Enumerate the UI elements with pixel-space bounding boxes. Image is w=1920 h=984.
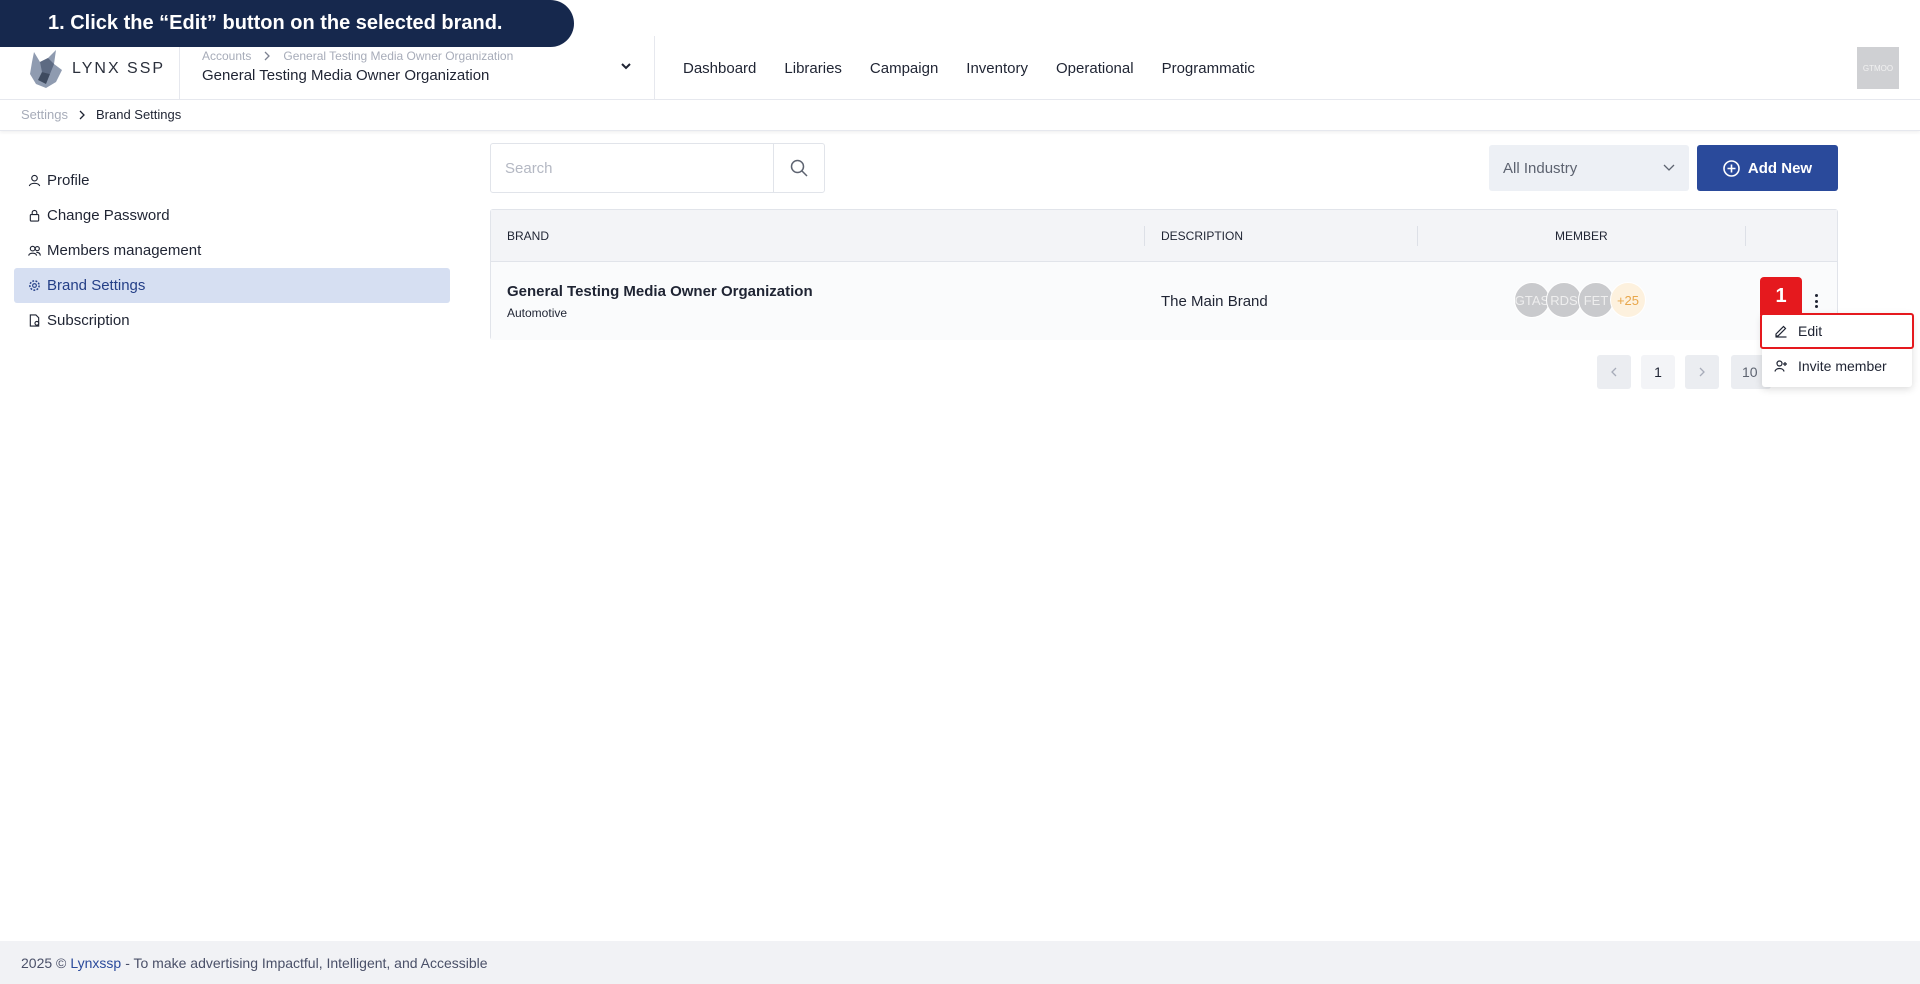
step-marker: 1 — [1760, 277, 1802, 315]
main-nav: Dashboard Libraries Campaign Inventory O… — [683, 36, 1255, 100]
breadcrumb-current: Brand Settings — [95, 107, 182, 122]
page-number[interactable]: 1 — [1641, 355, 1675, 389]
avatar: GTAS — [1514, 282, 1550, 318]
column-header-brand: BRAND — [507, 229, 550, 243]
sidebar-item-label: Change Password — [47, 207, 170, 224]
footer-copyright: 2025 © — [21, 954, 67, 971]
pencil-icon — [1775, 325, 1787, 338]
footer: 2025 © Lynxssp - To make advertising Imp… — [0, 941, 1920, 984]
sidebar-item-profile[interactable]: Profile — [14, 163, 450, 198]
nav-operational[interactable]: Operational — [1056, 60, 1134, 77]
sidebar-item-change-password[interactable]: Change Password — [14, 198, 450, 233]
sidebar-item-label: Members management — [47, 242, 202, 259]
chevron-right-icon — [79, 110, 85, 119]
invite-label: Invite member — [1798, 358, 1887, 374]
next-page-button[interactable] — [1685, 355, 1719, 389]
column-separator — [1417, 226, 1418, 246]
search-button[interactable] — [773, 144, 824, 192]
nav-libraries[interactable]: Libraries — [784, 60, 842, 77]
org-switcher[interactable]: Accounts General Testing Media Owner Org… — [202, 49, 513, 84]
document-icon — [29, 314, 40, 327]
sidebar-item-subscription[interactable]: Subscription — [14, 303, 450, 338]
lock-icon — [29, 209, 40, 222]
nav-inventory[interactable]: Inventory — [966, 60, 1028, 77]
logo-text: LYNX SSP — [72, 60, 166, 77]
column-separator — [1144, 226, 1145, 246]
user-avatar[interactable]: GTMOO — [1857, 47, 1899, 89]
nav-campaign[interactable]: Campaign — [870, 60, 938, 77]
table-header: BRAND DESCRIPTION MEMBER — [491, 210, 1837, 262]
industry-filter-value: All Industry — [1503, 159, 1578, 177]
search-icon — [790, 159, 808, 177]
user-add-icon — [1774, 360, 1787, 372]
table-row[interactable]: General Testing Media Owner Organization… — [491, 262, 1837, 340]
nav-dashboard[interactable]: Dashboard — [683, 60, 756, 77]
org-crumb-root[interactable]: Accounts — [202, 49, 251, 63]
users-icon — [28, 245, 41, 256]
add-new-button[interactable]: Add New — [1697, 145, 1838, 191]
sidebar-item-label: Profile — [47, 172, 90, 189]
logo[interactable]: LYNX SSP — [26, 48, 165, 90]
settings-sidebar: Profile Change Password Members manageme… — [14, 163, 450, 338]
lynx-logo-icon — [30, 50, 62, 88]
invite-member-menu-item[interactable]: Invite member — [1762, 349, 1912, 383]
footer-tagline: - To make advertising Impactful, Intelli… — [125, 954, 488, 971]
breadcrumb-bar: Settings Brand Settings — [0, 101, 1920, 131]
divider — [654, 36, 655, 100]
footer-link[interactable]: Lynxssp — [70, 955, 121, 971]
industry-filter-select[interactable]: All Industry — [1489, 145, 1689, 191]
chevron-down-icon — [1663, 164, 1675, 171]
avatar: RDS — [1546, 282, 1582, 318]
sidebar-item-members[interactable]: Members management — [14, 233, 450, 268]
edit-label: Edit — [1798, 323, 1823, 339]
gear-icon — [29, 280, 40, 291]
breadcrumb: Settings Brand Settings — [21, 107, 181, 122]
brand-description: The Main Brand — [1161, 293, 1268, 310]
search-input[interactable] — [491, 144, 773, 192]
add-new-label: Add New — [1747, 159, 1813, 177]
search-box — [490, 143, 825, 193]
brand-industry: Automotive — [507, 306, 568, 320]
instruction-banner: 1. Click the “Edit” button on the select… — [0, 0, 574, 47]
edit-menu-item[interactable]: Edit — [1760, 313, 1914, 349]
chevron-down-icon[interactable] — [618, 58, 634, 74]
column-separator — [1745, 226, 1746, 246]
brand-table: BRAND DESCRIPTION MEMBER General Testing… — [490, 209, 1838, 340]
brand-name: General Testing Media Owner Organization — [507, 283, 813, 300]
avatar: FET — [1578, 282, 1614, 318]
sidebar-item-brand-settings[interactable]: Brand Settings — [14, 268, 450, 303]
plus-circle-icon — [1723, 159, 1740, 177]
row-action-menu: Edit Invite member — [1760, 313, 1914, 387]
nav-programmatic[interactable]: Programmatic — [1162, 60, 1255, 77]
chevron-right-icon — [1699, 367, 1705, 377]
prev-page-button[interactable] — [1597, 355, 1631, 389]
sidebar-item-label: Brand Settings — [47, 277, 146, 294]
chevron-right-icon — [264, 51, 271, 61]
more-members-badge[interactable]: +25 — [1610, 282, 1646, 318]
org-crumb-current: General Testing Media Owner Organization — [283, 49, 514, 63]
org-name: General Testing Media Owner Organization — [202, 67, 490, 84]
member-avatars: GTAS RDS FET +25 — [1514, 282, 1646, 318]
column-header-description: DESCRIPTION — [1161, 229, 1244, 243]
org-breadcrumb: Accounts General Testing Media Owner Org… — [202, 49, 513, 63]
breadcrumb-settings[interactable]: Settings — [21, 107, 68, 122]
user-icon — [28, 174, 41, 187]
pagination: 1 — [1597, 355, 1719, 389]
column-header-member: MEMBER — [1555, 229, 1608, 243]
chevron-left-icon — [1611, 367, 1617, 377]
sidebar-item-label: Subscription — [47, 312, 130, 329]
more-options-icon[interactable] — [1811, 291, 1821, 311]
